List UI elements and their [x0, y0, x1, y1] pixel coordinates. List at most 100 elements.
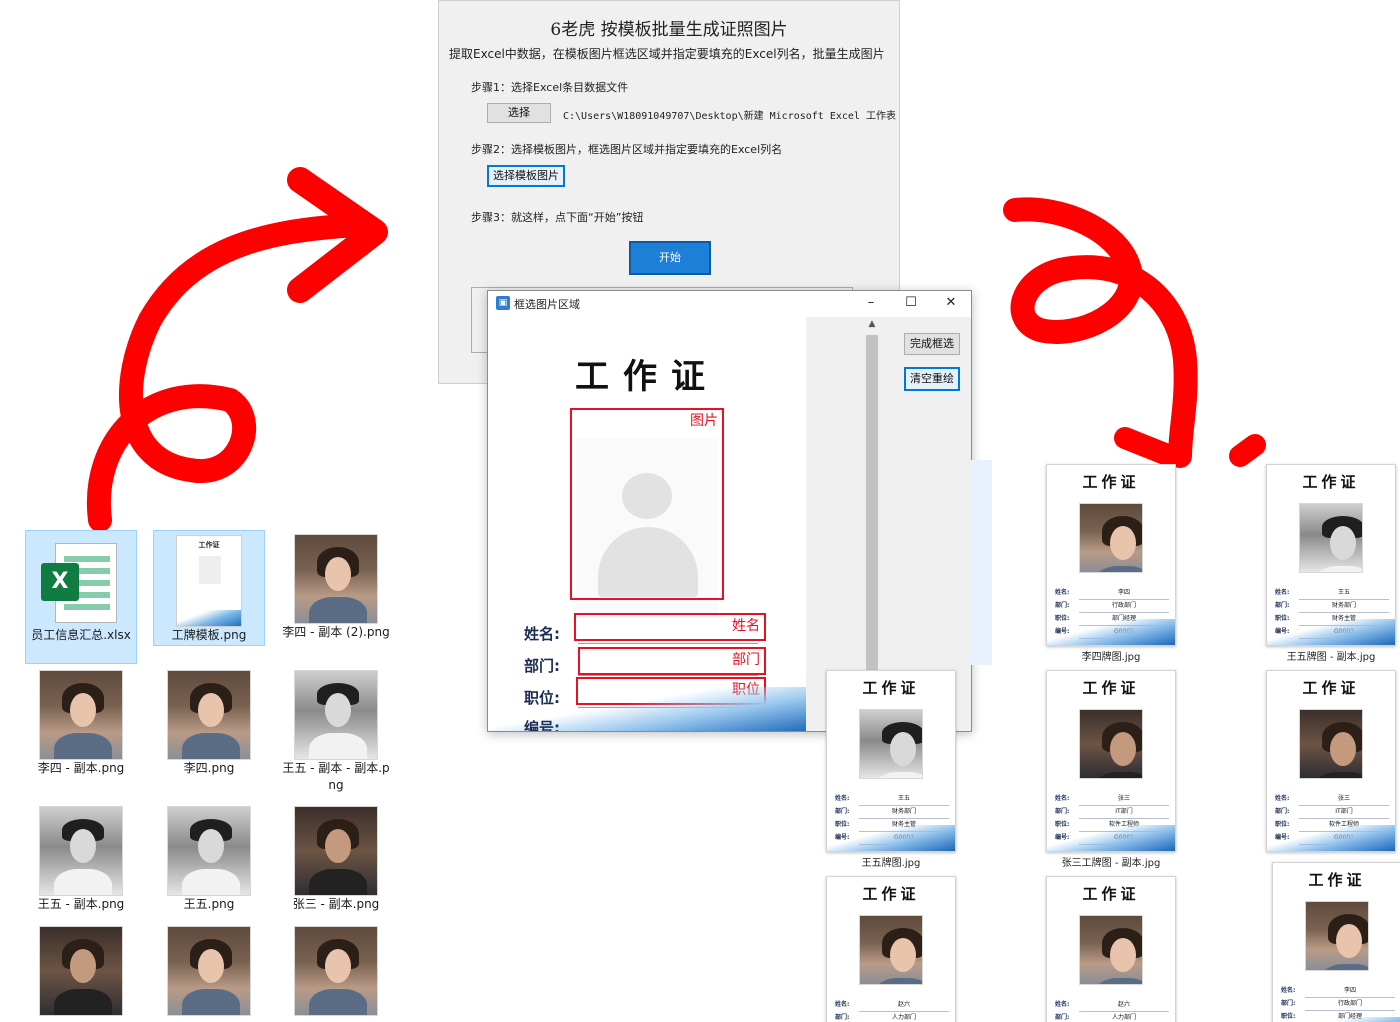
- card-dept-value: IT部门: [1299, 806, 1389, 819]
- step1-label: 步骤1：选择Excel条目数据文件: [471, 81, 629, 94]
- card-title: 工作证: [1302, 679, 1360, 697]
- name-selection-box[interactable]: 姓名: [574, 613, 766, 641]
- card-dept-value: 人力部门: [1079, 1012, 1169, 1022]
- start-button[interactable]: 开始: [629, 241, 711, 275]
- excel-file-path: C:\Users\W18091049707\Desktop\新建 Microso…: [563, 111, 897, 122]
- file-name: 李四 - 副本 (2).png: [282, 625, 390, 639]
- file-item[interactable]: 王五 - 副本 - 副本.png: [280, 666, 392, 794]
- generated-id-card[interactable]: 工作证姓名:张三部门:IT部门职位:软件工程师编号:G0001: [1266, 670, 1396, 852]
- card-photo: [1299, 709, 1363, 779]
- app-description: 提取Excel中数据，在模板图片框选区域并指定要填充的Excel列名，批量生成图…: [449, 47, 885, 61]
- step3-label: 步骤3：就这样，点下面“开始”按钮: [471, 211, 644, 224]
- generated-id-card[interactable]: 工作证姓名:赵六部门:人力部门职位:编号:: [826, 876, 956, 1022]
- card-wave-decoration: [1267, 825, 1395, 851]
- card-dept-value: 财务部门: [859, 806, 949, 819]
- file-item[interactable]: [280, 922, 392, 1016]
- name-region-label: 姓名: [732, 618, 760, 634]
- card-photo: [859, 709, 923, 779]
- card-title: 工作证: [575, 357, 719, 397]
- dept-underline: [578, 675, 758, 676]
- card-fields: 姓名:赵六部门:人力部门职位:编号:: [1055, 999, 1169, 1022]
- generated-id-card[interactable]: 工作证姓名:张三部门:IT部门职位:软件工程师编号:G0001: [1046, 670, 1176, 852]
- generated-cards-folder: 工作证姓名:李四部门:行政部门职位:部门经理编号:G0002 李四牌图.jpg 工作…: [818, 456, 1400, 1022]
- card-dept-value: 行政部门: [1079, 600, 1169, 613]
- photo-thumbnail: [39, 806, 123, 896]
- card-wave-decoration: [1273, 1017, 1400, 1022]
- select-excel-button[interactable]: 选择: [487, 103, 551, 123]
- card-file-name: 王五牌图.jpg: [861, 858, 921, 869]
- template-thumbnail: 工作证: [176, 535, 242, 627]
- file-name: 张三 - 副本.png: [292, 897, 380, 911]
- file-item[interactable]: 李四 - 副本 (2).png: [280, 530, 392, 641]
- dept-field-label: 部门:: [524, 657, 560, 675]
- step2-label: 步骤2：选择模板图片，框选图片区域并指定要填充的Excel列名: [471, 143, 783, 156]
- excel-file-icon: X: [41, 537, 121, 627]
- card-title: 工作证: [862, 885, 920, 903]
- photo-thumbnail: [39, 926, 123, 1016]
- template-canvas[interactable]: 工作证 图片 姓名: 姓名 部门: 部门 职位: 职位 编号:: [488, 317, 806, 731]
- generated-id-card[interactable]: 工作证姓名:李四部门:行政部门职位:部门经理编号:G0002: [1046, 464, 1176, 646]
- card-dept-value: 行政部门: [1305, 998, 1395, 1011]
- generated-id-card[interactable]: 工作证姓名:王五部门:财务部门职位:财务主管编号:G0003: [1266, 464, 1396, 646]
- photo-thumbnail: [39, 670, 123, 760]
- app-title: 6老虎 按模板批量生成证照图片: [550, 20, 788, 40]
- file-name: 王五.png: [183, 897, 235, 911]
- card-title: 工作证: [1082, 679, 1140, 697]
- card-title: 工作证: [1308, 871, 1366, 889]
- card-name-value: 赵六: [1079, 999, 1169, 1012]
- file-item[interactable]: 张三 - 副本.png: [280, 802, 392, 913]
- file-name: 员工信息汇总.xlsx: [31, 628, 131, 642]
- generated-id-card[interactable]: 工作证姓名:王五部门:财务部门职位:财务主管编号:G0003: [826, 670, 956, 852]
- photo-selection-box[interactable]: 图片: [570, 408, 724, 600]
- dept-selection-box[interactable]: 部门: [578, 647, 766, 675]
- card-dept-value: 人力部门: [859, 1012, 949, 1022]
- photo-thumbnail: [167, 806, 251, 896]
- file-item[interactable]: 李四.png: [153, 666, 265, 777]
- file-item[interactable]: X 员工信息汇总.xlsx: [25, 530, 137, 664]
- close-icon[interactable]: ✕: [936, 293, 966, 313]
- file-item[interactable]: 王五 - 副本.png: [25, 802, 137, 913]
- card-photo: [1305, 901, 1369, 971]
- card-name-value: 张三: [1299, 793, 1389, 806]
- card-photo: [1079, 709, 1143, 779]
- file-explorer: X 员工信息汇总.xlsx 工作证 工牌模板.png 李四 - 副本 (2).p…: [0, 520, 400, 1022]
- card-dept-value: IT部门: [1079, 806, 1169, 819]
- photo-region-label: 图片: [690, 413, 718, 429]
- file-item[interactable]: 李四 - 副本.png: [25, 666, 137, 777]
- card-dept-value: 财务部门: [1299, 600, 1389, 613]
- minimize-icon[interactable]: –: [856, 293, 886, 313]
- dialog-title: 框选图片区域: [514, 298, 580, 311]
- card-name-value: 赵六: [859, 999, 949, 1012]
- name-field-label: 姓名:: [524, 625, 560, 643]
- card-photo: [1079, 915, 1143, 985]
- card-photo: [1299, 503, 1363, 573]
- card-wave-decoration: [1047, 619, 1175, 645]
- photo-thumbnail: [294, 806, 378, 896]
- photo-thumbnail: [294, 926, 378, 1016]
- file-name: 李四.png: [183, 761, 235, 775]
- photo-thumbnail: [294, 534, 378, 624]
- finish-selection-button[interactable]: 完成框选: [904, 333, 960, 355]
- file-name: 李四 - 副本.png: [37, 761, 125, 775]
- scroll-up-icon[interactable]: ▲: [864, 319, 880, 329]
- maximize-icon[interactable]: ☐: [896, 293, 926, 313]
- file-item[interactable]: 王五.png: [153, 802, 265, 913]
- card-wave-decoration: [1267, 619, 1395, 645]
- file-name: 王五 - 副本.png: [37, 897, 125, 911]
- photo-thumbnail: [167, 670, 251, 760]
- file-item[interactable]: 工作证 工牌模板.png: [153, 530, 265, 646]
- clear-redraw-button[interactable]: 清空重绘: [904, 367, 960, 391]
- file-item[interactable]: [25, 922, 137, 1016]
- name-underline: [578, 643, 758, 644]
- card-name-value: 李四: [1079, 587, 1169, 600]
- generated-id-card[interactable]: 工作证姓名:李四部门:行政部门职位:部门经理编号:: [1272, 862, 1400, 1022]
- select-template-button[interactable]: 选择模板图片: [487, 165, 565, 187]
- card-name-value: 李四: [1305, 985, 1395, 998]
- file-item[interactable]: [153, 922, 265, 1016]
- card-file-name: 李四牌图.jpg: [1081, 652, 1141, 663]
- card-title: 工作证: [1302, 473, 1360, 491]
- generated-id-card[interactable]: 工作证姓名:赵六部门:人力部门职位:编号:: [1046, 876, 1176, 1022]
- card-photo: [1079, 503, 1143, 573]
- file-name: 工牌模板.png: [171, 628, 247, 642]
- card-name-value: 王五: [859, 793, 949, 806]
